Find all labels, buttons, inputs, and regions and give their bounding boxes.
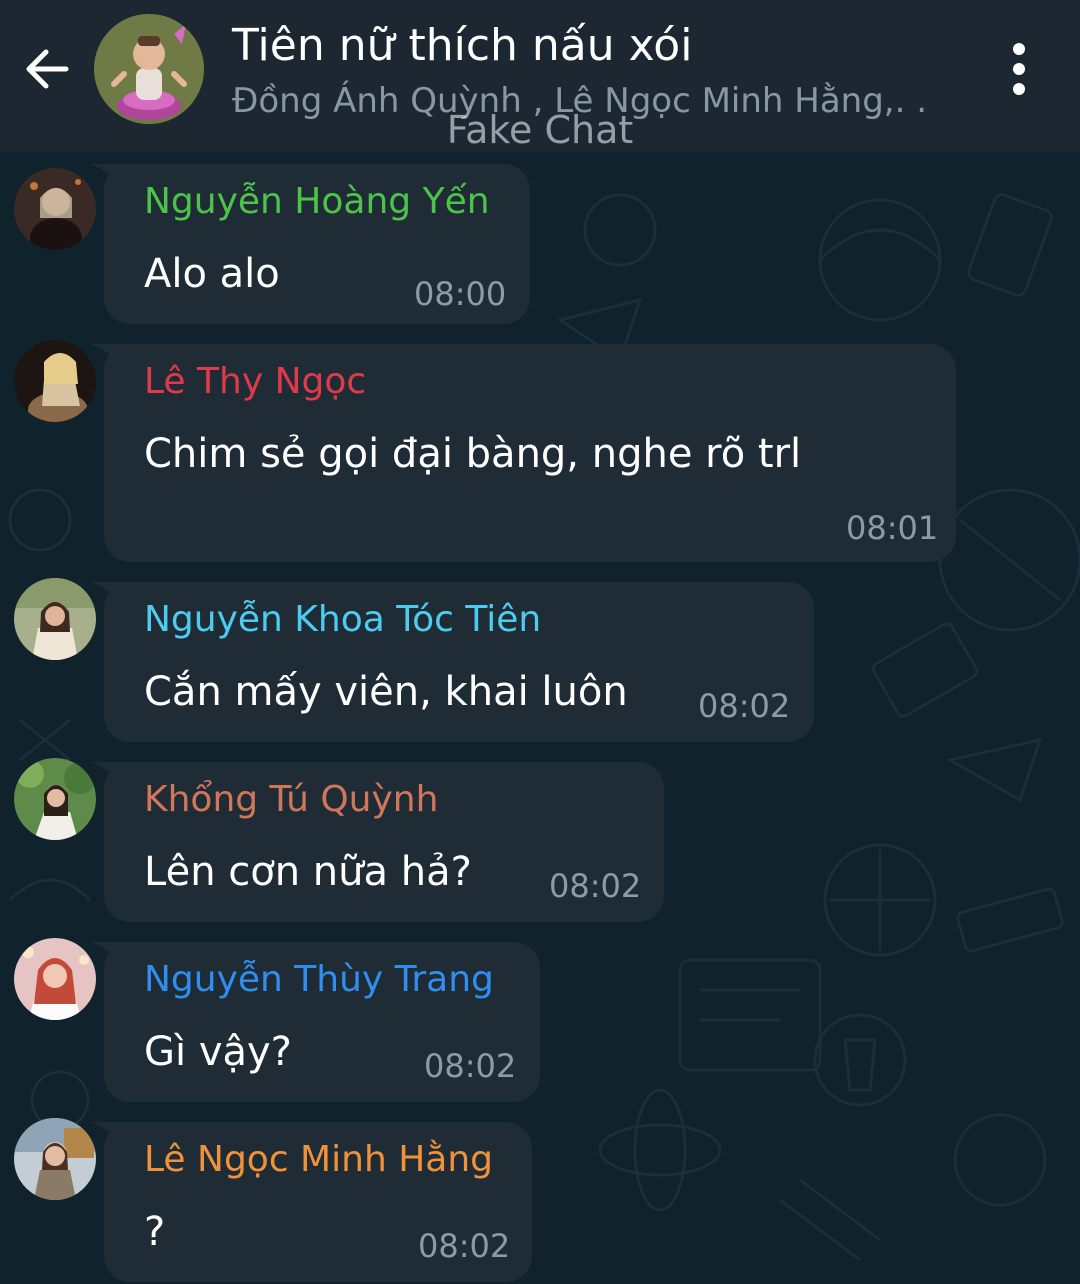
message-item: Lê Ngọc Minh Hằng ? 08:02 — [0, 1118, 1080, 1284]
message-time: 08:02 — [549, 867, 642, 905]
more-options-button[interactable] — [994, 38, 1044, 100]
message-time: 08:01 — [846, 509, 939, 547]
message-bubble[interactable]: Nguyễn Khoa Tóc Tiên Cắn mấy viên, khai … — [90, 582, 814, 742]
sender-avatar[interactable] — [14, 340, 96, 422]
message-bubble[interactable]: Nguyễn Thùy Trang Gì vậy? 08:02 — [90, 942, 540, 1102]
sender-name[interactable]: Lê Ngọc Minh Hằng — [144, 1138, 493, 1182]
fake-chat-watermark: Fake Chat — [446, 108, 634, 152]
bubble-tail — [90, 942, 130, 982]
sender-avatar[interactable] — [14, 758, 96, 840]
avatar-image — [14, 340, 96, 422]
sender-name[interactable]: Khổng Tú Quỳnh — [144, 778, 438, 822]
message-text: ? — [144, 1209, 166, 1255]
sender-name[interactable]: Nguyễn Thùy Trang — [144, 958, 494, 1002]
message-text: Lên cơn nữa hả? — [144, 849, 472, 895]
bubble-tail — [90, 1122, 130, 1162]
message-item: Lê Thy Ngọc Chim sẻ gọi đại bàng, nghe r… — [0, 340, 1080, 570]
message-list: Nguyễn Hoàng Yến Alo alo 08:00 Lê Thy Ng… — [0, 152, 1080, 1284]
sender-avatar[interactable] — [14, 1118, 96, 1200]
sender-avatar[interactable] — [14, 168, 96, 250]
message-text: Alo alo — [144, 251, 280, 297]
avatar-image — [14, 168, 96, 250]
message-bubble[interactable]: Lê Thy Ngọc Chim sẻ gọi đại bàng, nghe r… — [90, 344, 956, 562]
sender-name[interactable]: Lê Thy Ngọc — [144, 360, 366, 404]
sender-avatar[interactable] — [14, 938, 96, 1020]
sender-avatar[interactable] — [14, 578, 96, 660]
message-bubble[interactable]: Nguyễn Hoàng Yến Alo alo 08:00 — [90, 164, 530, 324]
bubble-tail — [90, 344, 130, 384]
back-button[interactable] — [18, 40, 76, 98]
message-time: 08:02 — [698, 687, 791, 725]
message-item: Nguyễn Hoàng Yến Alo alo 08:00 — [0, 160, 1080, 330]
avatar-image — [14, 578, 96, 660]
message-item: Nguyễn Khoa Tóc Tiên Cắn mấy viên, khai … — [0, 578, 1080, 748]
sender-name[interactable]: Nguyễn Khoa Tóc Tiên — [144, 598, 541, 642]
message-time: 08:02 — [418, 1227, 511, 1265]
message-text: Chim sẻ gọi đại bàng, nghe rõ trl — [144, 431, 802, 477]
bubble-tail — [90, 164, 130, 204]
avatar-image — [14, 938, 96, 1020]
message-text: Cắn mấy viên, khai luôn — [144, 669, 628, 715]
more-vertical-icon — [1013, 43, 1025, 95]
chat-title[interactable]: Tiên nữ thích nấu xói — [232, 18, 692, 74]
bubble-tail — [90, 582, 130, 622]
message-time: 08:00 — [414, 275, 507, 313]
sender-name[interactable]: Nguyễn Hoàng Yến — [144, 180, 490, 224]
message-bubble[interactable]: Khổng Tú Quỳnh Lên cơn nữa hả? 08:02 — [90, 762, 664, 922]
avatar-image — [14, 1118, 96, 1200]
message-bubble[interactable]: Lê Ngọc Minh Hằng ? 08:02 — [90, 1122, 532, 1282]
avatar-image — [14, 758, 96, 840]
message-item: Nguyễn Thùy Trang Gì vậy? 08:02 — [0, 938, 1080, 1108]
arrow-left-icon — [26, 49, 69, 89]
bubble-tail — [90, 762, 130, 802]
message-item: Khổng Tú Quỳnh Lên cơn nữa hả? 08:02 — [0, 758, 1080, 928]
message-text: Gì vậy? — [144, 1029, 292, 1075]
message-time: 08:02 — [424, 1047, 517, 1085]
